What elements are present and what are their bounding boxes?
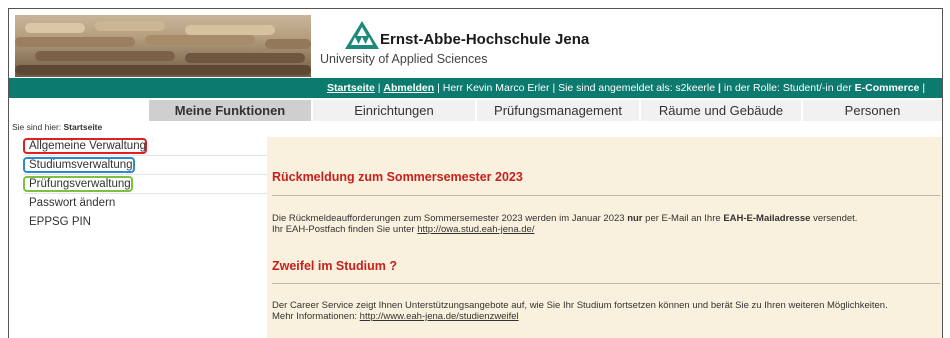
logo-title: Ernst-Abbe-Hochschule Jena [380, 31, 590, 48]
sidebar-item-pruefungsverwaltung[interactable]: Prüfungsverwaltung [23, 175, 273, 194]
section-title-rueckmeldung: Rückmeldung zum Sommersemester 2023 [272, 170, 523, 184]
breadcrumb: Sie sind hier: Startseite [12, 122, 102, 132]
breadcrumb-prefix: Sie sind hier: [12, 122, 64, 132]
sidebar-item-label: Prüfungsverwaltung [29, 178, 131, 190]
text-segment: versendet. [810, 213, 858, 224]
text-emphasis: nur [627, 213, 643, 224]
divider [272, 283, 940, 284]
eah-logo-icon [345, 21, 379, 49]
user-info: | Herr Kevin Marco Erler | Sie sind ange… [434, 82, 719, 94]
tab-meine-funktionen[interactable]: Meine Funktionen [149, 100, 313, 121]
main-tabs: Meine Funktionen Einrichtungen Prüfungsm… [149, 100, 942, 121]
text-segment: Mehr Informationen: [272, 311, 360, 322]
tab-raeume-und-gebaeude[interactable]: Räume und Gebäude [641, 100, 803, 121]
sidebar-item-label: EPPSG PIN [29, 216, 91, 228]
sidebar-item-label: Studiumsverwaltung [29, 159, 133, 171]
role-program: E-Commerce [854, 82, 920, 94]
logout-link[interactable]: Abmelden [383, 82, 434, 94]
tab-personen[interactable]: Personen [803, 100, 942, 121]
university-logo[interactable]: Ernst-Abbe-Hochschule Jena University of… [320, 21, 589, 71]
separator: | [919, 82, 926, 94]
text-segment: per E-Mail an Ihre [642, 213, 724, 224]
studienzweifel-link[interactable]: http://www.eah-jena.de/studienzweifel [360, 311, 519, 322]
sidebar-item-label: Allgemeine Verwaltung [29, 140, 146, 152]
logo-subtitle: University of Applied Sciences [320, 52, 488, 66]
header-photo [15, 15, 311, 77]
sidebar-item-label: Passwort ändern [29, 197, 116, 209]
browser-frame: Ernst-Abbe-Hochschule Jena University of… [8, 8, 943, 338]
sidebar-item-allgemeine-verwaltung[interactable]: Allgemeine Verwaltung [23, 137, 273, 156]
text-emphasis: EAH-E-Mailadresse [723, 213, 811, 224]
sidebar-item-studiumsverwaltung[interactable]: Studiumsverwaltung [23, 156, 273, 175]
divider [272, 195, 940, 196]
tab-pruefungsmanagement[interactable]: Prüfungsmanagement [477, 100, 641, 121]
zweifel-text: Der Career Service zeigt Ihnen Unterstüt… [272, 300, 888, 322]
sidebar: Allgemeine Verwaltung Studiumsverwaltung… [23, 137, 273, 232]
home-link[interactable]: Startseite [327, 82, 375, 94]
sidebar-item-eppsg-pin[interactable]: EPPSG PIN [23, 213, 273, 232]
rueckmeldung-text: Die Rückmeldeaufforderungen zum Sommerse… [272, 213, 857, 235]
top-navigation-bar: Startseite | Abmelden | Herr Kevin Marco… [9, 78, 942, 98]
owa-link[interactable]: http://owa.stud.eah-jena.de/ [417, 224, 534, 235]
text-segment: Die Rückmeldeaufforderungen zum Sommerse… [272, 213, 628, 224]
breadcrumb-current[interactable]: Startseite [64, 122, 103, 132]
page-header: Ernst-Abbe-Hochschule Jena University of… [9, 9, 942, 77]
sidebar-item-passwort-aendern[interactable]: Passwort ändern [23, 194, 273, 213]
section-title-zweifel: Zweifel im Studium ? [272, 259, 398, 273]
text-segment: Der Career Service zeigt Ihnen Unterstüt… [272, 300, 888, 311]
main-content: Rückmeldung zum Sommersemester 2023 Die … [267, 137, 942, 338]
text-segment: Ihr EAH-Postfach finden Sie unter [272, 224, 418, 235]
tab-einrichtungen[interactable]: Einrichtungen [313, 100, 477, 121]
role-info: in der Rolle: Student/-in der [723, 82, 855, 94]
